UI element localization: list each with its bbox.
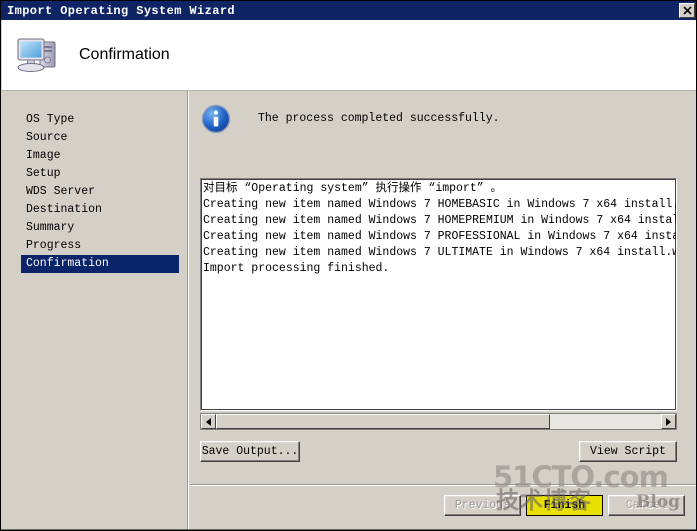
sidebar-item-setup[interactable]: Setup — [21, 165, 179, 183]
sidebar-item-confirmation[interactable]: Confirmation — [21, 255, 179, 273]
title-bar: Import Operating System Wizard — [1, 1, 696, 20]
finish-button[interactable]: Finish — [526, 495, 603, 516]
sidebar-item-image[interactable]: Image — [21, 147, 179, 165]
wizard-window: Import Operating System Wizard Confirmat… — [0, 0, 697, 531]
footer-bar: Previous Finish Cancel — [190, 487, 696, 530]
info-icon — [201, 104, 231, 134]
status-row: The process completed successfully. — [201, 104, 500, 134]
scroll-left-arrow-icon[interactable] — [201, 414, 216, 429]
sidebar-item-os-type[interactable]: OS Type — [21, 111, 179, 129]
scrollbar-thumb[interactable] — [216, 414, 550, 429]
view-script-button[interactable]: View Script — [579, 441, 677, 462]
scroll-right-arrow-icon[interactable] — [661, 414, 676, 429]
save-output-button[interactable]: Save Output... — [200, 441, 300, 462]
cancel-button[interactable]: Cancel — [608, 495, 685, 516]
log-output-text: 对目标 “Operating system” 执行操作 “import” 。 Cr… — [203, 181, 676, 409]
previous-button[interactable]: Previous — [444, 495, 521, 516]
sidebar-item-source[interactable]: Source — [21, 129, 179, 147]
log-line: Creating new item named Windows 7 HOMEPR… — [203, 214, 676, 227]
close-icon[interactable] — [679, 3, 695, 18]
log-horizontal-scrollbar[interactable] — [200, 413, 677, 430]
sidebar-item-destination[interactable]: Destination — [21, 201, 179, 219]
log-line: Creating new item named Windows 7 ULTIMA… — [203, 246, 676, 259]
status-message: The process completed successfully. — [258, 112, 500, 125]
steps-list: OS Type Source Image Setup WDS Server Destina… — [21, 111, 179, 273]
window-title: Import Operating System Wizard — [7, 3, 236, 18]
log-line: Creating new item named Windows 7 HOMEBA… — [203, 198, 676, 211]
log-line: Creating new item named Windows 7 PROFES… — [203, 230, 676, 243]
sidebar-item-wds-server[interactable]: WDS Server — [21, 183, 179, 201]
log-line: Import processing finished. — [203, 262, 390, 275]
log-line: 对目标 “Operating system” 执行操作 “import” 。 — [203, 182, 503, 195]
content-panel: The process completed successfully. 对目标 … — [190, 91, 696, 483]
page-title: Confirmation — [79, 46, 170, 63]
log-output-box[interactable]: 对目标 “Operating system” 执行操作 “import” 。 Cr… — [200, 178, 677, 411]
computer-icon — [15, 33, 61, 77]
wizard-header: Confirmation — [2, 20, 696, 90]
sidebar-item-progress[interactable]: Progress — [21, 237, 179, 255]
wizard-steps-sidebar: OS Type Source Image Setup WDS Server Destina… — [2, 91, 187, 530]
footer-divider — [190, 484, 696, 486]
sidebar-divider — [187, 91, 189, 530]
sidebar-item-summary[interactable]: Summary — [21, 219, 179, 237]
scrollbar-track[interactable] — [216, 414, 661, 429]
